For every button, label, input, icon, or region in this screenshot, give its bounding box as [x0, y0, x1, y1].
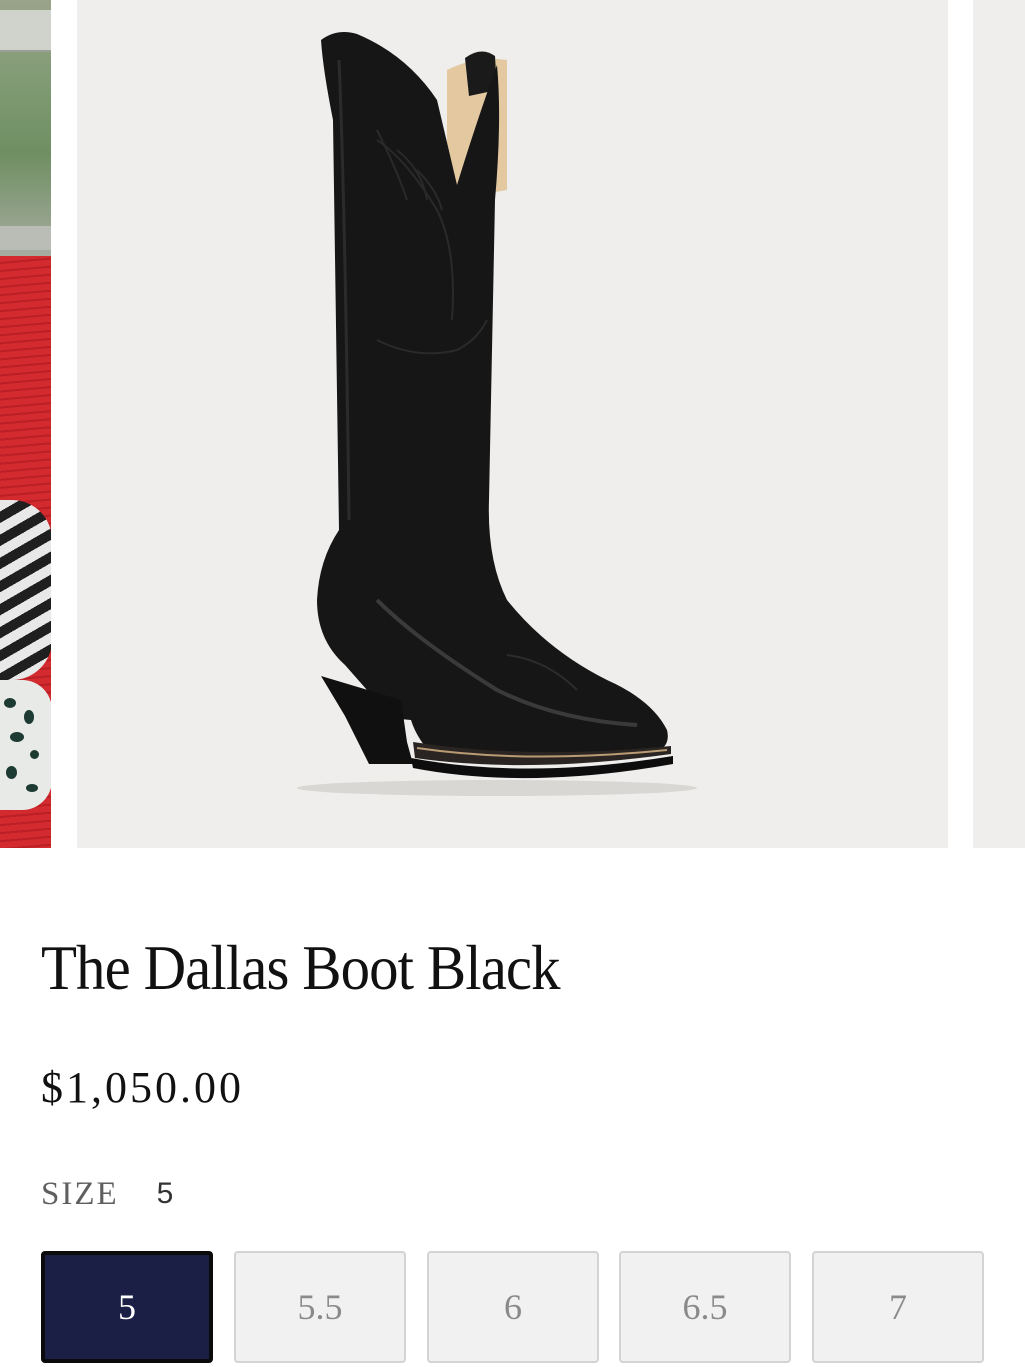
size-option-6[interactable]: 6	[427, 1251, 599, 1363]
size-label: SIZE	[41, 1175, 119, 1212]
lifestyle-photo-window-sill	[0, 226, 51, 250]
lifestyle-photo-cowprint-boot	[0, 680, 51, 810]
gallery-main-slide[interactable]	[77, 0, 948, 848]
size-option-6-5[interactable]: 6.5	[619, 1251, 791, 1363]
size-indicator: SIZE 5	[41, 1170, 173, 1218]
boot-image	[297, 32, 697, 796]
lifestyle-photo-zebra-boot	[0, 500, 51, 680]
product-title: The Dallas Boot Black	[41, 932, 561, 1003]
lifestyle-photo-window-frame	[0, 10, 51, 52]
product-price: $1,050.00	[41, 1063, 244, 1112]
product-image-gallery[interactable]	[0, 0, 1025, 848]
size-option-7[interactable]: 7	[812, 1251, 984, 1363]
size-options: 5 5.5 6 6.5 7	[41, 1251, 984, 1363]
size-option-5[interactable]: 5	[41, 1251, 213, 1363]
selected-size-value: 5	[156, 1177, 174, 1210]
size-option-5-5[interactable]: 5.5	[234, 1251, 406, 1363]
gallery-next-slide[interactable]	[973, 0, 1025, 848]
product-page: The Dallas Boot Black $1,050.00 SIZE 5 5…	[0, 0, 1025, 1367]
gallery-previous-slide[interactable]	[0, 0, 51, 848]
